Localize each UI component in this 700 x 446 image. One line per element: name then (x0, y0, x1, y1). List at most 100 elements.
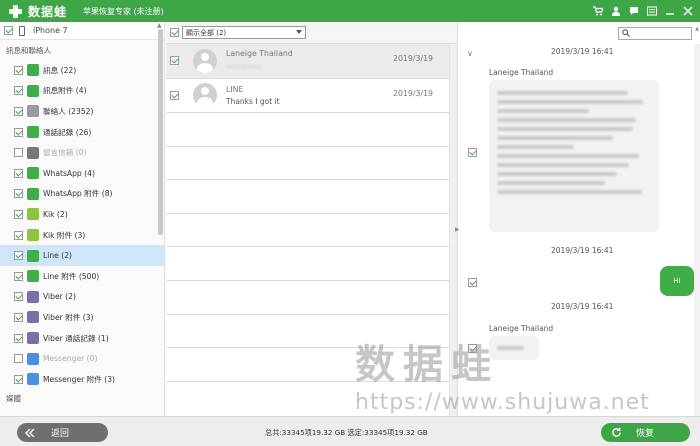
title-bar: 数据蛙 苹果恢复专家 (未注册) (0, 0, 700, 22)
sidebar-item[interactable]: WhatsApp (4) (0, 163, 164, 184)
sidebar-item[interactable]: 留言信箱 (0) (0, 142, 164, 163)
sidebar-item-checkbox[interactable] (14, 333, 23, 343)
sidebar-item[interactable]: 聯絡人 (2352) (0, 101, 164, 122)
sidebar-item-checkbox[interactable] (14, 65, 23, 75)
message-sender: Laneige Thailand (489, 324, 554, 333)
sidebar-item[interactable]: Kik 附件 (3) (0, 225, 164, 246)
sidebar-item[interactable]: 訊息 (22) (0, 60, 164, 81)
sidebar-item-label: WhatsApp (4) (43, 168, 95, 178)
conversation-checkbox[interactable] (170, 56, 179, 66)
scroll-up-arrow-icon[interactable]: ▲ (695, 26, 699, 32)
scroll-up-arrow-icon[interactable]: ▲ (157, 22, 162, 29)
restore-button[interactable]: 恢复 (601, 423, 690, 442)
sidebar-item[interactable]: Viber 附件 (3) (0, 307, 164, 328)
sidebar-item[interactable]: Messenger 附件 (3) (0, 369, 164, 390)
avatar (193, 48, 217, 73)
empty-row (166, 214, 457, 248)
empty-row (166, 348, 457, 382)
conversation-row[interactable]: LINE Thanks I got it 2019/3/19 (166, 79, 457, 113)
conversation-name: Laneige Thailand (226, 48, 293, 58)
search-input[interactable] (618, 26, 692, 40)
sidebar-item-checkbox[interactable] (14, 354, 23, 364)
minimize-icon[interactable] (664, 5, 676, 17)
conversation-checkbox[interactable] (170, 90, 179, 100)
sidebar-item-checkbox[interactable] (14, 189, 23, 199)
sidebar-item-checkbox[interactable] (14, 312, 23, 322)
menu-icon[interactable] (646, 5, 658, 17)
sidebar-item[interactable]: Line 附件 (500) (0, 266, 164, 287)
device-row[interactable]: iPhone 7 (0, 22, 164, 40)
sidebar-item[interactable]: Line (2) (0, 245, 164, 266)
conversation-list-panel: 顯示全部 (2) Laneige Thailand ขอบคุณค่ะ 2019/3… (166, 22, 458, 416)
close-icon[interactable] (682, 5, 694, 17)
sidebar-item-checkbox[interactable] (14, 271, 23, 281)
empty-row (166, 180, 457, 214)
voicemail-icon (27, 146, 39, 159)
sidebar-scrollbar[interactable] (158, 29, 163, 235)
chat-icon[interactable] (628, 5, 640, 17)
logo-text: 数据蛙 (28, 4, 68, 19)
sidebar-item-label: Viber (2) (43, 292, 76, 302)
messenger-icon (27, 352, 39, 365)
app-subtitle: 苹果恢复专家 (未注册) (83, 6, 164, 16)
line-icon (27, 249, 39, 262)
back-button[interactable]: 返回 (17, 423, 108, 442)
sidebar-item[interactable]: WhatsApp 附件 (8) (0, 184, 164, 205)
empty-row (166, 281, 457, 315)
message-detail-panel: ∨ 2019/3/19 16:41 Laneige Thailand 2019/… (459, 22, 700, 416)
sidebar-item[interactable]: Viber 通話記錄 (1) (0, 328, 164, 349)
message-sender: Laneige Thailand (489, 68, 554, 77)
phone-device-icon (19, 25, 25, 36)
conversation-name: LINE (226, 84, 244, 94)
select-all-checkbox[interactable] (170, 28, 179, 37)
chevron-down-icon[interactable]: ∨ (467, 49, 473, 58)
sidebar-item-checkbox[interactable] (14, 127, 23, 137)
app-logo: 数据蛙 (8, 3, 67, 20)
sidebar-item-checkbox[interactable] (14, 292, 23, 302)
message-checkbox[interactable] (468, 148, 477, 157)
message-checkbox[interactable] (468, 278, 477, 287)
outgoing-message-bubble: Hi (660, 266, 694, 296)
whatsapp-icon (27, 167, 39, 180)
sidebar-item-checkbox[interactable] (14, 374, 23, 384)
sidebar-item[interactable]: 通話記錄 (26) (0, 122, 164, 143)
detail-scrollbar[interactable] (694, 44, 700, 416)
cart-icon[interactable] (592, 5, 604, 17)
filter-value: 顯示全部 (2) (186, 28, 227, 37)
message-checkbox[interactable] (468, 344, 477, 353)
conversation-text: Laneige Thailand ขอบคุณค่ะ (226, 49, 293, 73)
incoming-message-bubble (489, 80, 659, 232)
viber-attachment-icon (27, 311, 39, 324)
empty-row (166, 315, 457, 349)
kik-attachment-icon (27, 229, 39, 242)
line-attachment-icon (27, 270, 39, 283)
sidebar-item-label: Kik 附件 (3) (43, 230, 86, 240)
message-timestamp: 2019/3/19 16:41 (551, 246, 614, 255)
messenger-attachment-icon (27, 373, 39, 386)
sidebar-item[interactable]: Messenger (0) (0, 348, 164, 369)
section-media-header: 媒體 (6, 394, 21, 403)
empty-row (166, 247, 457, 281)
conversation-date: 2019/3/19 (393, 88, 433, 98)
detail-toolbar (459, 22, 700, 44)
conversation-preview: ขอบคุณค่ะ (226, 61, 262, 71)
selection-status: 总共:33345项19.32 GB 选定:33345项19.32 GB (265, 428, 428, 437)
contacts-icon (27, 105, 39, 118)
device-checkbox[interactable] (4, 26, 13, 35)
sidebar-item-checkbox[interactable] (14, 251, 23, 261)
sidebar-item-checkbox[interactable] (14, 230, 23, 240)
sidebar-item-checkbox[interactable] (14, 86, 23, 96)
sidebar-item-label: 訊息附件 (4) (43, 86, 87, 96)
sidebar-item-checkbox[interactable] (14, 148, 23, 158)
conversation-list: Laneige Thailand ขอบคุณค่ะ 2019/3/19 LINE Th… (166, 44, 457, 113)
sidebar-item[interactable]: Viber (2) (0, 287, 164, 308)
sidebar-item-checkbox[interactable] (14, 106, 23, 116)
sidebar-item[interactable]: Kik (2) (0, 204, 164, 225)
filter-dropdown[interactable]: 顯示全部 (2) (182, 26, 306, 39)
sidebar-item[interactable]: 訊息附件 (4) (0, 81, 164, 102)
sidebar-item-checkbox[interactable] (14, 168, 23, 178)
user-icon[interactable] (610, 5, 622, 17)
conversation-row[interactable]: Laneige Thailand ขอบคุณค่ะ 2019/3/19 (166, 44, 457, 79)
sidebar-item-checkbox[interactable] (14, 209, 23, 219)
device-name: iPhone 7 (33, 26, 68, 35)
